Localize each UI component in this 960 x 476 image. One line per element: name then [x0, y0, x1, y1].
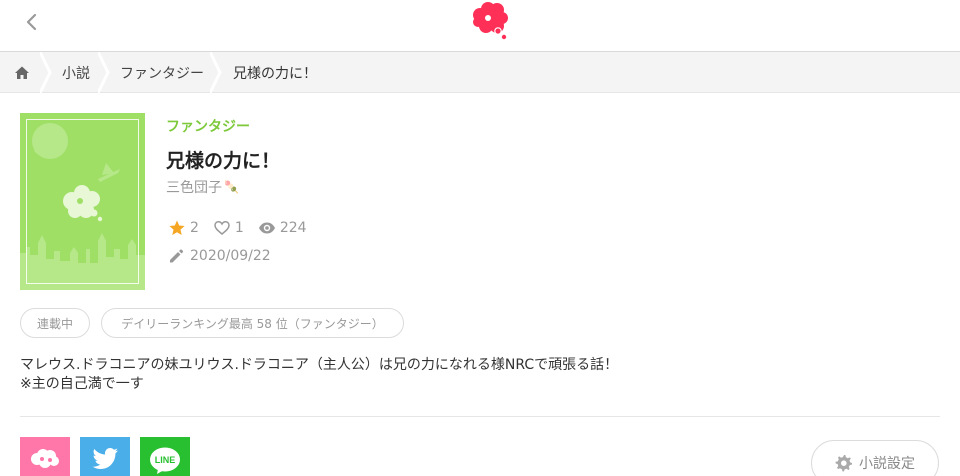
novel-settings-button[interactable]: 小説設定 [811, 440, 939, 476]
novel-author[interactable]: 三色団子 🍡 [166, 177, 239, 197]
dango-emoji: 🍡 [224, 180, 239, 194]
share-line-button[interactable]: LINE [140, 437, 190, 476]
share-pink-button[interactable] [20, 437, 70, 476]
breadcrumb-separator [40, 52, 52, 93]
novel-description: マレウス.ドラコニアの妹ユリウス.ドラコニア（主人公）は兄の力になれる様NRCで… [20, 356, 940, 394]
app-header [0, 0, 960, 52]
author-name: 三色団子 [166, 180, 222, 196]
novel-genre[interactable]: ファンタジー [166, 116, 250, 136]
chevron-left-icon [26, 13, 37, 31]
tag-ranking[interactable]: デイリーランキング最高 58 位（ファンタジー） [101, 308, 404, 338]
view-stat: 224 [258, 219, 307, 237]
pink-share-icon [31, 449, 59, 468]
line-icon: LINE [150, 447, 180, 474]
eye-icon [258, 222, 275, 234]
breadcrumb-home[interactable] [14, 52, 34, 93]
novel-stats: 2 1 224 [168, 219, 321, 237]
site-logo[interactable] [468, 0, 512, 42]
tag-serializing[interactable]: 連載中 [20, 308, 90, 338]
novel-cover[interactable] [20, 113, 145, 290]
gear-icon [835, 455, 852, 472]
view-count: 224 [279, 220, 307, 236]
heart-icon [214, 221, 230, 235]
twitter-icon [92, 448, 118, 469]
description-line: マレウス.ドラコニアの妹ユリウス.ドラコニア（主人公）は兄の力になれる様NRCで… [20, 357, 619, 373]
home-icon [15, 66, 29, 79]
breadcrumb-item-genre[interactable]: ファンタジー [120, 52, 204, 93]
description-line: ※主の自己満で一す [20, 376, 144, 392]
novel-title: 兄様の力に！ [166, 150, 281, 172]
update-date: 2020/09/22 [168, 247, 271, 265]
star-count: 2 [190, 220, 199, 236]
divider [20, 416, 940, 417]
like-count: 1 [234, 220, 244, 236]
pencil-icon [170, 249, 184, 263]
star-stat: 2 [168, 219, 199, 237]
line-icon-text: LINE [155, 455, 176, 465]
date-text: 2020/09/22 [190, 248, 271, 264]
star-icon [169, 220, 185, 235]
breadcrumb: 小説 ファンタジー 兄様の力に！ [0, 52, 960, 93]
settings-label: 小説設定 [859, 456, 915, 472]
like-stat: 1 [213, 219, 244, 237]
cover-frame [26, 119, 139, 284]
cloud-logo-icon [473, 2, 508, 40]
breadcrumb-separator [98, 52, 110, 93]
breadcrumb-item-current: 兄様の力に！ [233, 65, 317, 82]
share-twitter-button[interactable] [80, 437, 130, 476]
breadcrumb-separator [210, 52, 222, 93]
breadcrumb-item-novel[interactable]: 小説 [62, 52, 90, 93]
back-button[interactable] [22, 12, 42, 32]
